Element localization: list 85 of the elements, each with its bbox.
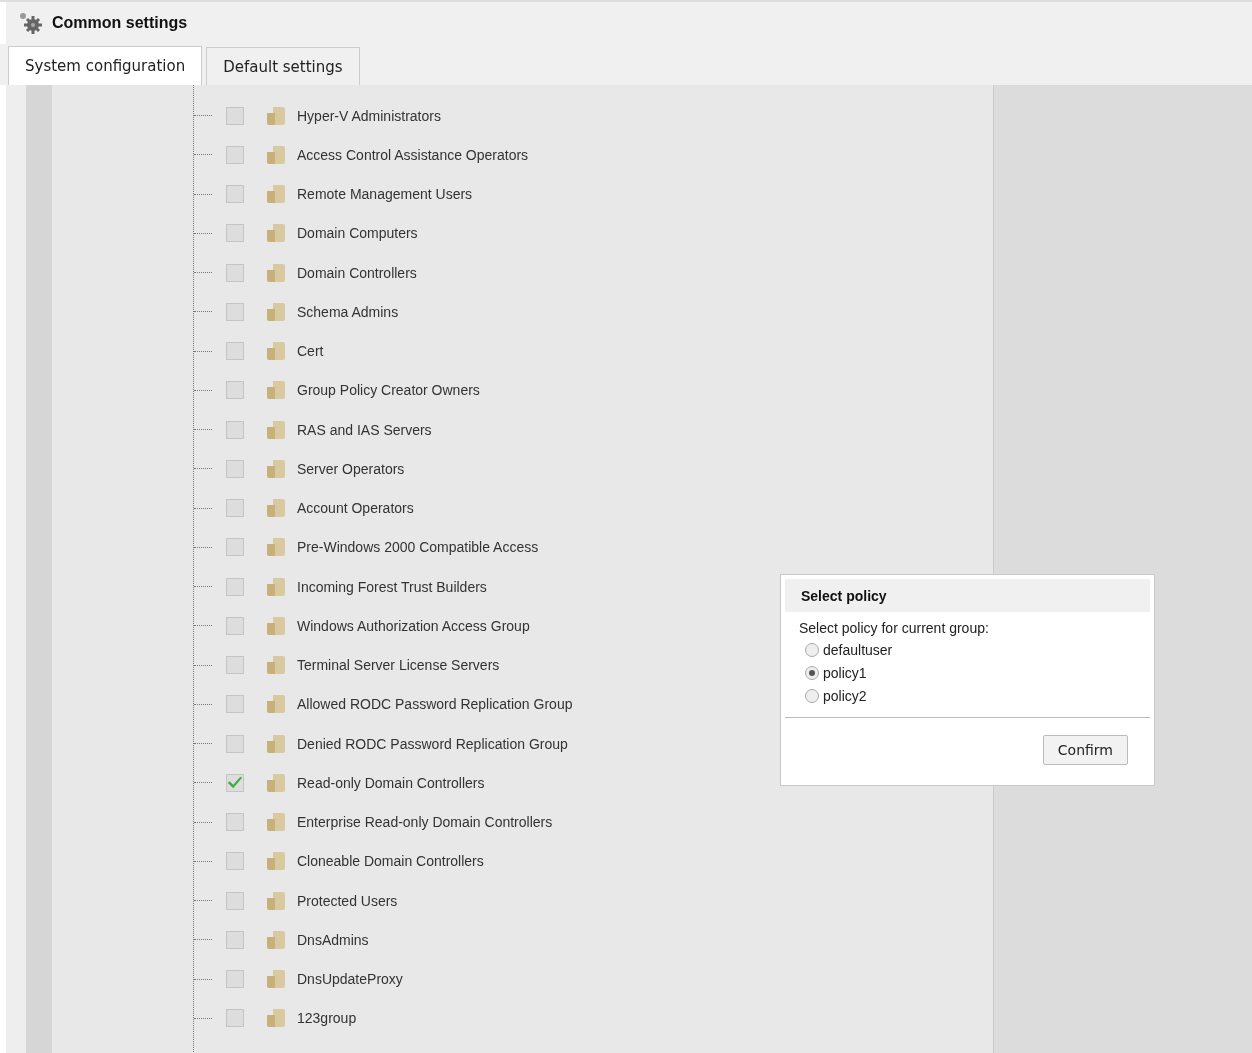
group-icon <box>266 301 286 322</box>
checkbox[interactable] <box>226 616 244 635</box>
group-icon <box>266 615 286 636</box>
group-icon <box>266 890 286 911</box>
group-icon <box>266 537 286 558</box>
group-icon <box>266 851 286 872</box>
checkbox[interactable] <box>226 263 244 282</box>
group-icon <box>266 1008 286 1029</box>
checkbox[interactable] <box>226 734 244 753</box>
checkbox[interactable] <box>226 891 244 910</box>
checkbox[interactable] <box>226 695 244 714</box>
group-name[interactable]: Domain Controllers <box>297 264 417 281</box>
checkbox[interactable] <box>226 381 244 400</box>
group-icon <box>266 105 286 126</box>
option-label[interactable]: policy1 <box>823 664 867 681</box>
group-icon <box>266 655 286 676</box>
radio-button[interactable] <box>805 665 819 680</box>
group-name[interactable]: Enterprise Read-only Domain Controllers <box>297 814 553 831</box>
checkbox[interactable] <box>226 773 244 792</box>
group-icon <box>266 694 286 715</box>
group-name[interactable]: Account Operators <box>297 500 414 517</box>
group-icon <box>266 144 286 165</box>
checkbox[interactable] <box>226 145 244 164</box>
checkbox[interactable] <box>226 813 244 832</box>
group-icon <box>266 733 286 754</box>
checkbox[interactable] <box>226 577 244 596</box>
group-name[interactable]: Denied RODC Password Replication Group <box>297 735 568 752</box>
checkbox[interactable] <box>226 224 244 243</box>
group-icon <box>266 498 286 519</box>
group-name[interactable]: Group Policy Creator Owners <box>297 382 480 399</box>
group-name[interactable]: Read-only Domain Controllers <box>297 774 485 791</box>
group-icon <box>266 458 286 479</box>
group-icon <box>266 576 286 597</box>
group-icon <box>266 223 286 244</box>
checkbox[interactable] <box>226 852 244 871</box>
option-label[interactable]: defaultuser <box>823 641 893 658</box>
confirm-button[interactable]: Confirm <box>1042 734 1128 765</box>
checkbox[interactable] <box>226 342 244 361</box>
group-icon <box>266 929 286 950</box>
group-icon <box>266 812 286 833</box>
dialog-title: Select policy <box>801 587 887 604</box>
group-name[interactable]: DnsUpdateProxy <box>297 971 403 988</box>
group-name[interactable]: Hyper-V Administrators <box>297 107 441 124</box>
page-title: Common settings <box>52 14 188 32</box>
group-icon <box>266 341 286 362</box>
group-icon <box>266 262 286 283</box>
checkbox[interactable] <box>226 1009 244 1028</box>
group-icon <box>266 772 286 793</box>
group-icon <box>266 419 286 440</box>
group-name[interactable]: 123group <box>297 1010 357 1027</box>
group-icon <box>266 380 286 401</box>
gear-icon <box>18 11 44 35</box>
checkbox[interactable] <box>226 302 244 321</box>
group-name[interactable]: Incoming Forest Trust Builders <box>297 578 487 595</box>
checkbox[interactable] <box>226 970 244 989</box>
group-name[interactable]: Remote Management Users <box>297 186 473 203</box>
group-name[interactable]: DnsAdmins <box>297 931 369 948</box>
option-label[interactable]: policy2 <box>823 687 867 704</box>
group-name[interactable]: RAS and IAS Servers <box>297 421 432 438</box>
group-name[interactable]: Schema Admins <box>297 303 399 320</box>
group-name[interactable]: Cloneable Domain Controllers <box>297 853 484 870</box>
dialog-prompt: Select policy for current group: <box>799 620 990 636</box>
group-name[interactable]: Windows Authorization Access Group <box>297 617 530 634</box>
checkbox[interactable] <box>226 106 244 125</box>
checkbox[interactable] <box>226 538 244 557</box>
checkbox[interactable] <box>226 499 244 518</box>
group-icon <box>266 969 286 990</box>
group-icon <box>266 184 286 205</box>
checkbox[interactable] <box>226 930 244 949</box>
checkbox[interactable] <box>226 459 244 478</box>
tab[interactable]: Default settings <box>206 47 360 85</box>
group-name[interactable]: Server Operators <box>297 460 405 477</box>
group-name[interactable]: Pre-Windows 2000 Compatible Access <box>297 539 539 556</box>
checkbox[interactable] <box>226 185 244 204</box>
checkbox[interactable] <box>226 420 244 439</box>
group-name[interactable]: Allowed RODC Password Replication Group <box>297 696 573 713</box>
group-name[interactable]: Terminal Server License Servers <box>297 657 500 674</box>
radio-button[interactable] <box>805 688 819 703</box>
radio-button[interactable] <box>805 642 819 657</box>
group-name[interactable]: Access Control Assistance Operators <box>297 146 529 163</box>
group-name[interactable]: Cert <box>297 343 324 360</box>
group-name[interactable]: Domain Computers <box>297 225 418 242</box>
checkbox[interactable] <box>226 656 244 675</box>
tab[interactable]: System configuration <box>8 46 203 85</box>
group-name[interactable]: Protected Users <box>297 892 398 909</box>
